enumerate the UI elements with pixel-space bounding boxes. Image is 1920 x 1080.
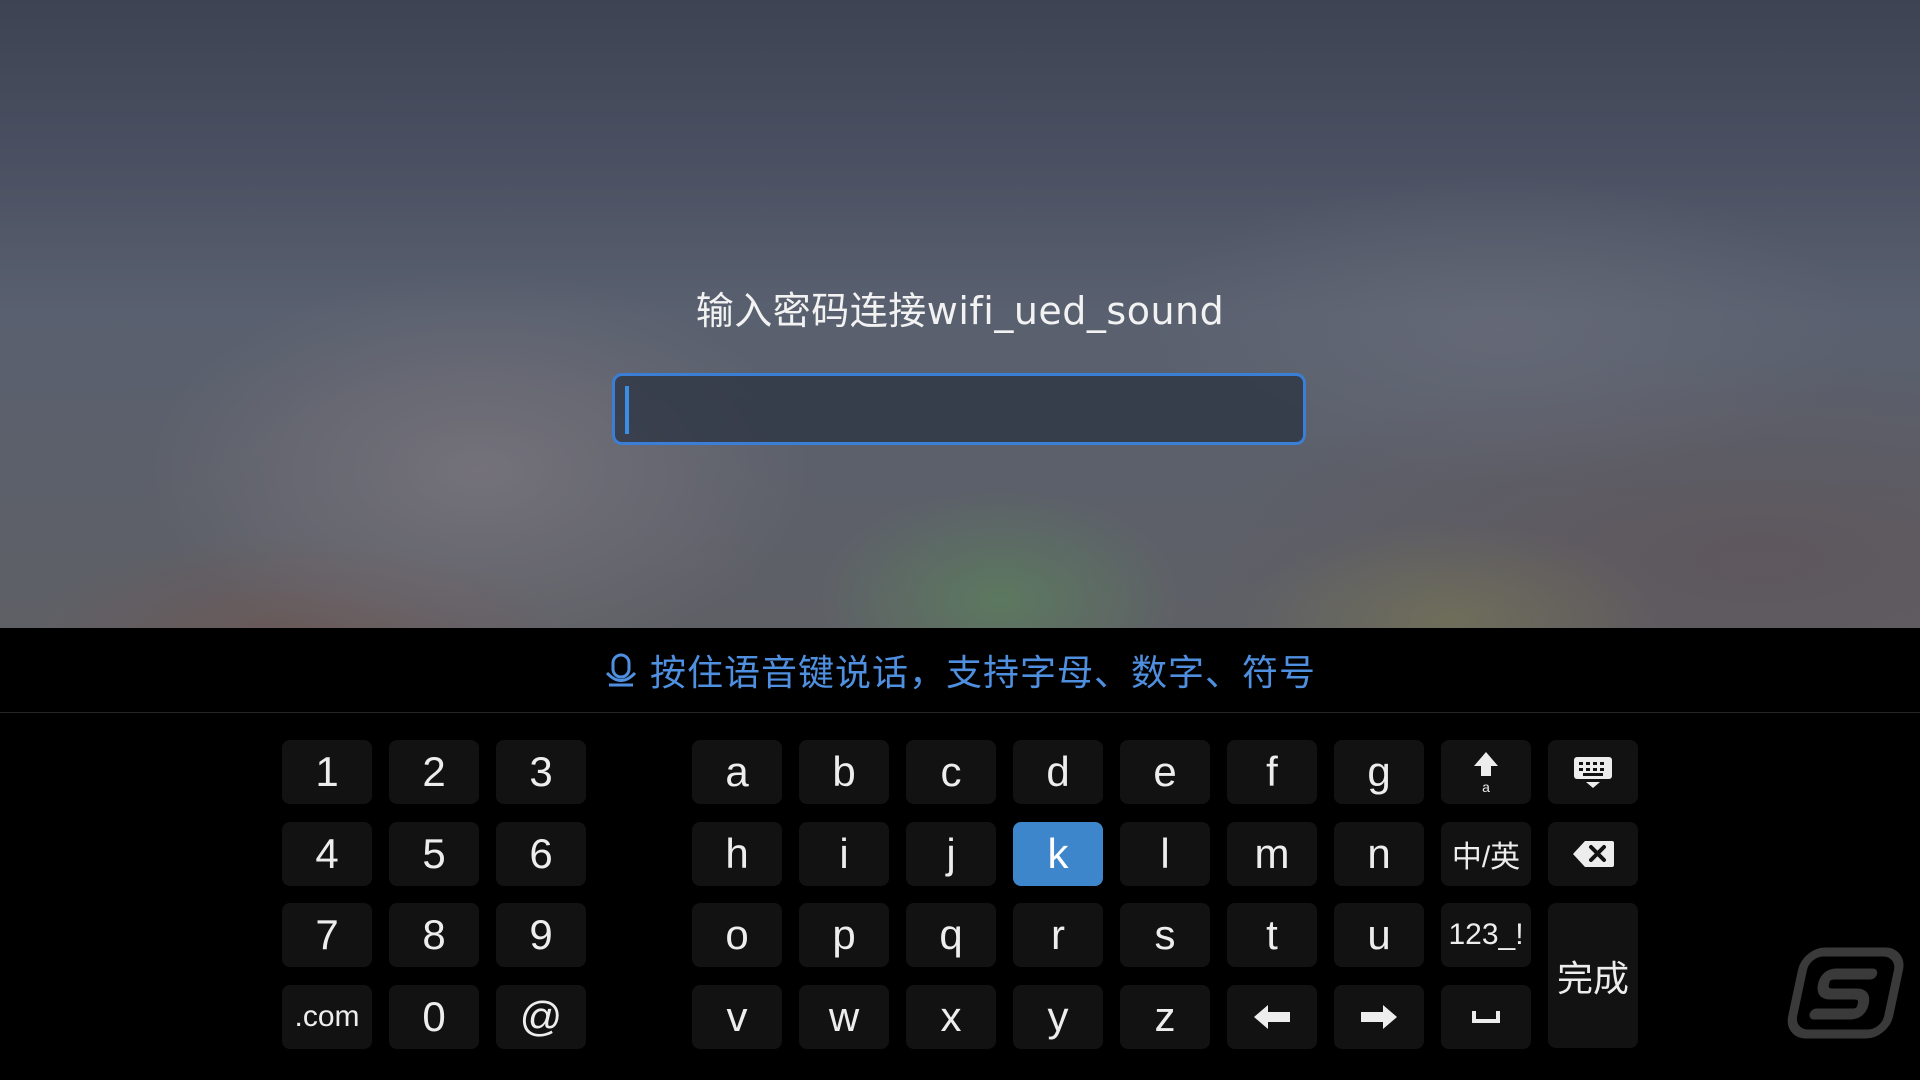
password-prompt: 输入密码连接wifi_ued_sound (695, 289, 1225, 333)
key-3[interactable]: 3 (496, 740, 586, 804)
key-e[interactable]: e (1120, 740, 1210, 804)
text-caret (625, 386, 629, 434)
done-key[interactable]: 完成 (1548, 903, 1638, 1048)
key-6[interactable]: 6 (496, 822, 586, 886)
key-5[interactable]: 5 (389, 822, 479, 886)
key-8[interactable]: 8 (389, 903, 479, 967)
key-d[interactable]: d (1013, 740, 1103, 804)
key-b[interactable]: b (799, 740, 889, 804)
key-p[interactable]: p (799, 903, 889, 967)
key-h[interactable]: h (692, 822, 782, 886)
key-4[interactable]: 4 (282, 822, 372, 886)
key-dotcom[interactable]: .com (282, 985, 372, 1049)
key-9[interactable]: 9 (496, 903, 586, 967)
on-screen-keyboard: 按住语音键说话，支持字母、数字、符号 1 2 3 4 5 6 7 8 9 .co… (0, 628, 1920, 1080)
key-m[interactable]: m (1227, 822, 1317, 886)
brand-logo-icon (1787, 947, 1904, 1039)
key-1[interactable]: 1 (282, 740, 372, 804)
key-a[interactable]: a (692, 740, 782, 804)
microphone-icon (605, 653, 637, 687)
key-f[interactable]: f (1227, 740, 1317, 804)
key-c[interactable]: c (906, 740, 996, 804)
key-n[interactable]: n (1334, 822, 1424, 886)
key-7[interactable]: 7 (282, 903, 372, 967)
key-o[interactable]: o (692, 903, 782, 967)
key-w[interactable]: w (799, 985, 889, 1049)
voice-hint-text: 按住语音键说话，支持字母、数字、符号 (649, 653, 1316, 694)
voice-hint-bar: 按住语音键说话，支持字母、数字、符号 (0, 628, 1920, 713)
key-t[interactable]: t (1227, 903, 1317, 967)
symbols-key[interactable]: 123_! (1441, 903, 1531, 967)
keyboard-hide-icon (1574, 757, 1612, 788)
key-y[interactable]: y (1013, 985, 1103, 1049)
key-i[interactable]: i (799, 822, 889, 886)
key-r[interactable]: r (1013, 903, 1103, 967)
key-u[interactable]: u (1334, 903, 1424, 967)
password-input[interactable] (612, 373, 1306, 445)
backspace-key[interactable] (1548, 822, 1638, 886)
key-2[interactable]: 2 (389, 740, 479, 804)
wifi-password-screen: 输入密码连接wifi_ued_sound 按住语音键说话，支持字母、数字、符号 … (0, 0, 1920, 1080)
svg-text:a: a (1482, 779, 1490, 794)
key-s[interactable]: s (1120, 903, 1210, 967)
key-k[interactable]: k (1013, 822, 1103, 886)
hide-keyboard-key[interactable] (1548, 740, 1638, 804)
lang-switch-key[interactable]: 中/英 (1441, 822, 1531, 886)
cursor-right-key[interactable] (1334, 985, 1424, 1049)
arrow-left-icon (1254, 1005, 1290, 1029)
space-key[interactable] (1441, 985, 1531, 1049)
key-q[interactable]: q (906, 903, 996, 967)
key-x[interactable]: x (906, 985, 996, 1049)
backspace-icon (1573, 841, 1614, 867)
key-g[interactable]: g (1334, 740, 1424, 804)
key-l[interactable]: l (1120, 822, 1210, 886)
key-0[interactable]: 0 (389, 985, 479, 1049)
space-bar-icon (1472, 1011, 1500, 1023)
arrow-right-icon (1361, 1005, 1397, 1029)
key-at[interactable]: @ (496, 985, 586, 1049)
key-j[interactable]: j (906, 822, 996, 886)
key-z[interactable]: z (1120, 985, 1210, 1049)
shift-arrow-icon: a (1474, 752, 1498, 794)
key-v[interactable]: v (692, 985, 782, 1049)
shift-key[interactable]: a (1441, 740, 1531, 804)
cursor-left-key[interactable] (1227, 985, 1317, 1049)
